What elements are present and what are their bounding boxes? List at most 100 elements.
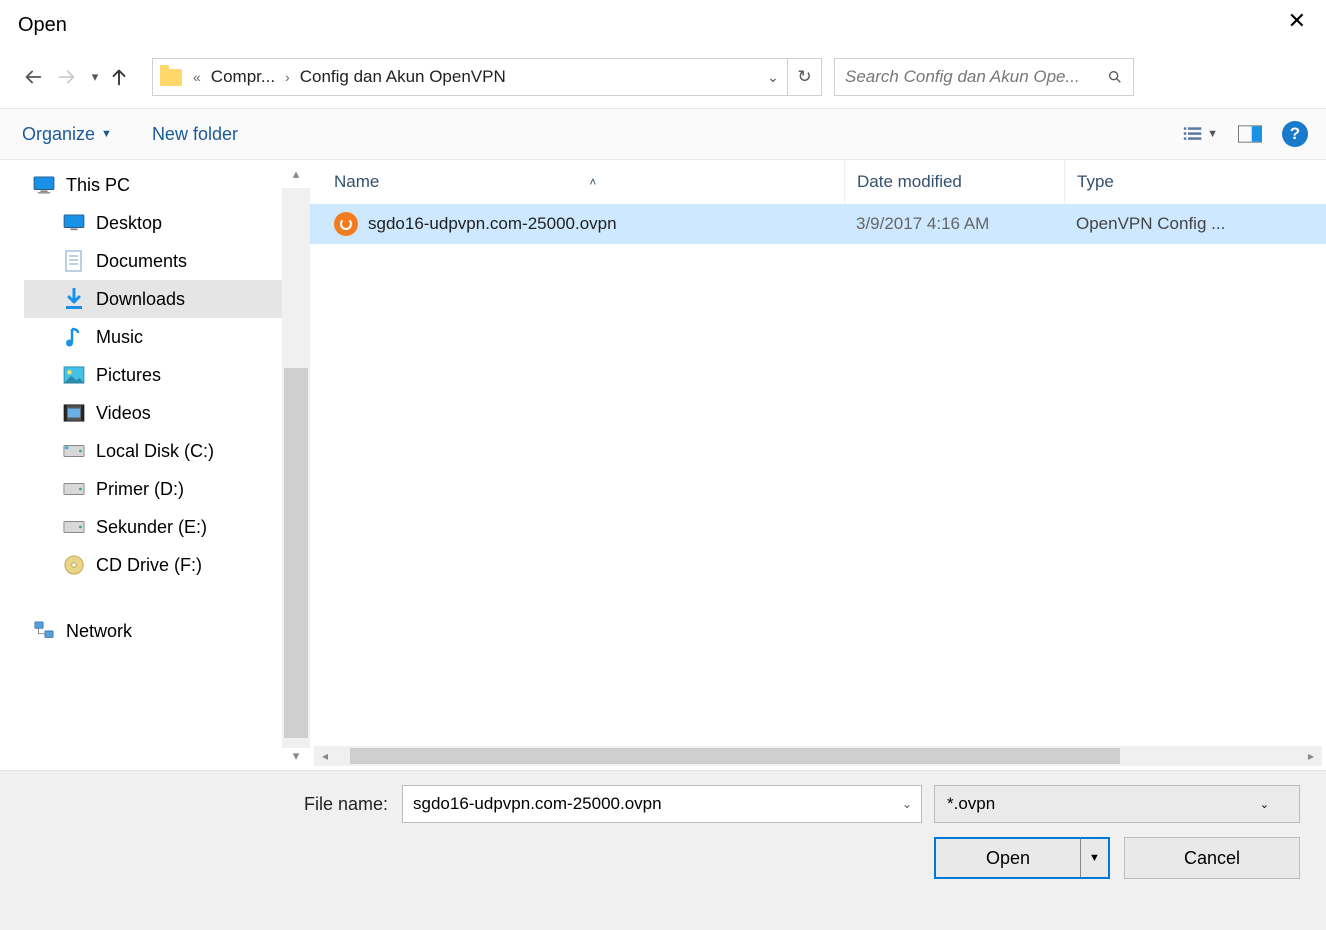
refresh-icon: ↻ <box>797 67 811 87</box>
tree-scrollbar[interactable]: ▴ ▾ <box>282 160 310 770</box>
navigation-bar: ▾ « Compr... › Config dan Akun OpenVPN ⌄… <box>0 52 1326 108</box>
file-name-row: File name: ⌄ *.ovpn ⌄ <box>0 785 1300 823</box>
tree-documents[interactable]: Documents <box>24 242 282 280</box>
scroll-down-icon[interactable]: ▾ <box>282 748 310 770</box>
recent-locations-button[interactable]: ▾ <box>86 69 104 85</box>
help-icon: ? <box>1290 124 1300 144</box>
dialog-buttons: Open ▼ Cancel <box>0 837 1300 879</box>
desktop-icon <box>62 212 86 234</box>
tree-network[interactable]: Network <box>24 612 282 650</box>
arrow-left-icon <box>22 66 44 88</box>
arrow-right-icon <box>56 66 78 88</box>
refresh-button[interactable]: ↻ <box>787 59 821 95</box>
tree-videos[interactable]: Videos <box>24 394 282 432</box>
new-folder-label: New folder <box>152 124 238 145</box>
close-button[interactable]: ✕ <box>1278 8 1316 34</box>
drive-icon <box>62 516 86 538</box>
tree-sekunder-e[interactable]: Sekunder (E:) <box>24 508 282 546</box>
scroll-thumb[interactable] <box>284 368 308 738</box>
organize-menu[interactable]: Organize ▼ <box>22 124 112 145</box>
file-date-cell: 3/9/2017 4:16 AM <box>844 214 1064 234</box>
column-headers: Name ˄ Date modified Type <box>310 160 1326 204</box>
music-icon <box>62 326 86 348</box>
file-name-cell: sgdo16-udpvpn.com-25000.ovpn <box>334 212 844 236</box>
this-pc-icon <box>32 174 56 196</box>
hscroll-thumb[interactable] <box>350 748 1120 764</box>
open-button-split[interactable]: ▼ <box>1080 839 1108 877</box>
search-input[interactable] <box>845 67 1101 87</box>
open-button-label: Open <box>936 848 1080 869</box>
chevron-down-icon: ▾ <box>92 69 99 84</box>
up-button[interactable] <box>108 66 138 88</box>
command-bar-left: Organize ▼ New folder <box>22 124 238 145</box>
videos-icon <box>62 402 86 424</box>
address-bar[interactable]: « Compr... › Config dan Akun OpenVPN ⌄ ↻ <box>152 58 822 96</box>
tree-local-disk-c[interactable]: Local Disk (C:) <box>24 432 282 470</box>
network-icon <box>32 620 56 642</box>
main-area: This PC Desktop Documents Downloads Musi… <box>0 160 1326 770</box>
folder-icon <box>157 63 185 91</box>
drive-icon <box>62 440 86 462</box>
chevron-down-icon: ▼ <box>101 128 112 140</box>
cancel-button-label: Cancel <box>1184 848 1240 869</box>
sort-indicator-icon: ˄ <box>589 175 596 189</box>
folder-tree[interactable]: This PC Desktop Documents Downloads Musi… <box>0 160 282 770</box>
file-name-text: sgdo16-udpvpn.com-25000.ovpn <box>368 214 617 234</box>
cancel-button[interactable]: Cancel <box>1124 837 1300 879</box>
forward-button[interactable] <box>52 62 82 92</box>
ovpn-file-icon <box>334 212 358 236</box>
breadcrumb-dropdown[interactable]: ⌄ <box>759 69 787 86</box>
file-type-filter[interactable]: *.ovpn ⌄ <box>934 785 1300 823</box>
new-folder-button[interactable]: New folder <box>152 124 238 145</box>
breadcrumb-prefix: « <box>185 69 209 85</box>
file-row[interactable]: sgdo16-udpvpn.com-25000.ovpn 3/9/2017 4:… <box>310 204 1326 244</box>
command-bar: Organize ▼ New folder ▼ ? <box>0 108 1326 160</box>
view-list-icon <box>1183 125 1203 143</box>
tree-music[interactable]: Music <box>24 318 282 356</box>
preview-pane-button[interactable] <box>1238 125 1262 143</box>
tree-pictures[interactable]: Pictures <box>24 356 282 394</box>
documents-icon <box>62 250 86 272</box>
search-box[interactable] <box>834 58 1134 96</box>
scroll-left-icon[interactable]: ◂ <box>314 749 336 763</box>
scroll-track[interactable] <box>282 188 310 748</box>
scroll-up-icon[interactable]: ▴ <box>282 166 310 188</box>
horizontal-scrollbar[interactable]: ◂ ▸ <box>314 746 1322 766</box>
dialog-title: Open <box>18 8 67 37</box>
open-button[interactable]: Open ▼ <box>934 837 1110 879</box>
tree-downloads[interactable]: Downloads <box>24 280 282 318</box>
file-type-cell: OpenVPN Config ... <box>1064 214 1225 234</box>
column-date[interactable]: Date modified <box>844 160 1064 204</box>
title-bar: Open ✕ <box>0 0 1326 52</box>
pictures-icon <box>62 364 86 386</box>
view-options-button[interactable]: ▼ <box>1183 125 1218 143</box>
cd-drive-icon <box>62 554 86 576</box>
filter-label: *.ovpn <box>947 794 995 814</box>
file-name-label: File name: <box>304 794 388 815</box>
bottom-panel: File name: ⌄ *.ovpn ⌄ Open ▼ Cancel <box>0 770 1326 930</box>
tree-this-pc[interactable]: This PC <box>24 166 282 204</box>
organize-label: Organize <box>22 124 95 145</box>
column-type[interactable]: Type <box>1064 160 1114 204</box>
arrow-up-icon <box>108 66 130 88</box>
tree-desktop[interactable]: Desktop <box>24 204 282 242</box>
chevron-down-icon: ⌄ <box>767 69 779 85</box>
breadcrumb-item-2[interactable]: Config dan Akun OpenVPN <box>298 67 508 87</box>
chevron-right-icon: › <box>277 69 298 85</box>
file-name-input[interactable] <box>402 785 922 823</box>
chevron-down-icon: ⌄ <box>1260 798 1269 811</box>
preview-pane-icon <box>1238 125 1262 143</box>
tree-cd-drive-f[interactable]: CD Drive (F:) <box>24 546 282 584</box>
drive-icon <box>62 478 86 500</box>
chevron-down-icon[interactable]: ⌄ <box>902 797 912 811</box>
back-button[interactable] <box>18 62 48 92</box>
column-name[interactable]: Name ˄ <box>334 172 844 192</box>
breadcrumb-item-1[interactable]: Compr... <box>209 67 277 87</box>
hscroll-track[interactable] <box>336 746 1300 766</box>
help-button[interactable]: ? <box>1282 121 1308 147</box>
file-list-area: Name ˄ Date modified Type sgdo16-udpvpn.… <box>310 160 1326 770</box>
tree-primer-d[interactable]: Primer (D:) <box>24 470 282 508</box>
scroll-right-icon[interactable]: ▸ <box>1300 749 1322 763</box>
chevron-down-icon: ▼ <box>1089 852 1100 864</box>
command-bar-right: ▼ ? <box>1183 121 1308 147</box>
